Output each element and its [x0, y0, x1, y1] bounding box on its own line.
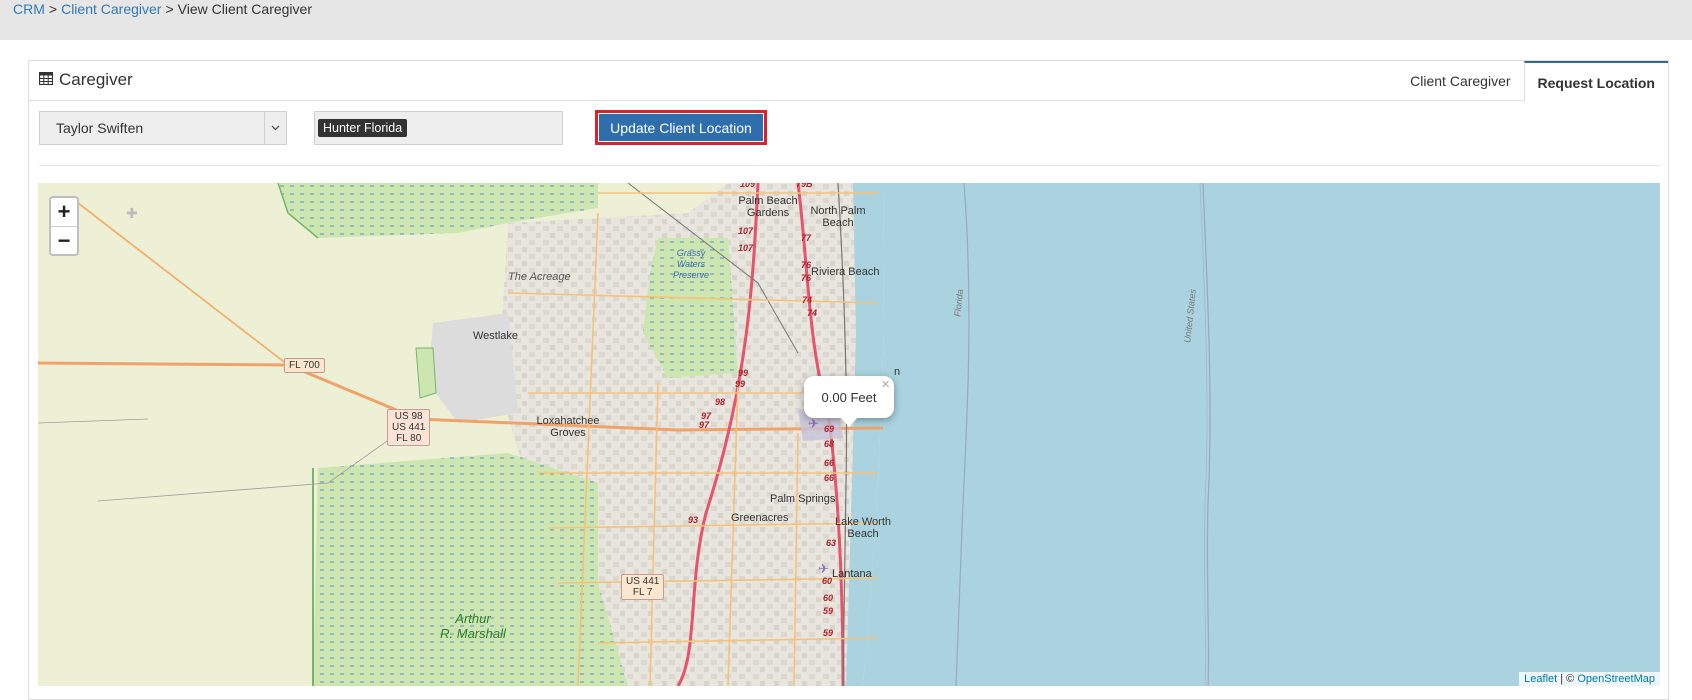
route-number: 109 — [740, 183, 756, 189]
route-number: 66 — [824, 473, 835, 483]
popup-tip — [840, 417, 858, 427]
breadcrumb-separator: > — [48, 1, 58, 17]
zoom-in-button[interactable]: + — [51, 198, 77, 226]
map-label: Westlake — [473, 330, 519, 342]
location-tag-input[interactable]: Hunter Florida — [314, 111, 563, 145]
map-label: Riviera Beach — [811, 266, 880, 278]
route-number: 69 — [824, 424, 835, 434]
route-number: 68 — [824, 439, 835, 449]
caregiver-select[interactable]: Taylor Swiften — [39, 111, 287, 145]
route-number: 107 — [738, 226, 754, 236]
map-label: The Acreage — [508, 271, 571, 283]
map-tiles: ✈ ✈ ✚ — [38, 183, 1660, 686]
map-attribution: Leaflet | © OpenStreetMap — [1519, 672, 1660, 686]
route-number: 79B — [796, 183, 813, 189]
route-number: 60 — [823, 593, 834, 603]
table-icon — [38, 70, 54, 90]
map-label: Loxahatchee Groves — [536, 415, 600, 439]
breadcrumb-client-caregiver-link[interactable]: Client Caregiver — [61, 1, 161, 17]
route-number: 76 — [801, 260, 812, 270]
route-number: 98 — [715, 397, 726, 407]
road-shield: US 98 US 441 FL 80 — [387, 409, 431, 446]
route-number: 66 — [824, 458, 835, 468]
popup-text: 0.00 Feet — [821, 389, 877, 405]
svg-text:✈: ✈ — [818, 561, 829, 576]
map-label: Greenacres — [731, 512, 789, 524]
map[interactable]: ✈ ✈ ✚ Palm Beach Gardens North Palm Beach … — [38, 183, 1660, 686]
map-label: Palm Springs — [770, 493, 836, 505]
route-number: 59 — [823, 606, 834, 616]
route-number: 74 — [802, 295, 813, 305]
update-client-location-label: Update Client Location — [599, 114, 763, 141]
breadcrumb: CRM > Client Caregiver > View Client Caregiv… — [13, 1, 312, 17]
divider — [39, 165, 1660, 166]
top-bar: CRM > Client Caregiver > View Client Caregiv… — [0, 0, 1692, 40]
distance-popup: 0.00 Feet × — [804, 376, 894, 427]
map-label: Arthur R. Marshall — [440, 611, 506, 641]
breadcrumb-separator: > — [165, 1, 174, 17]
panel-title-text: Caregiver — [59, 70, 133, 89]
road-shield: US 441 FL 7 — [621, 574, 665, 600]
map-label: North Palm Beach — [810, 205, 866, 229]
svg-text:✚: ✚ — [126, 205, 138, 221]
tab-bar: Client Caregiver Request Location — [1397, 61, 1668, 102]
route-number: 77 — [801, 233, 812, 243]
tab-client-caregiver[interactable]: Client Caregiver — [1397, 61, 1523, 101]
route-number: 74 — [807, 308, 818, 318]
route-number: 60 — [822, 576, 833, 586]
route-number: 107 — [738, 243, 754, 253]
caregiver-select-value: Taylor Swiften — [56, 120, 144, 136]
map-label: Lantana — [832, 568, 872, 580]
route-number: 63 — [826, 538, 837, 548]
breadcrumb-current: View Client Caregiver — [177, 1, 312, 17]
road-shield: FL 700 — [284, 358, 325, 373]
zoom-control: + − — [49, 196, 79, 256]
route-number: 59 — [823, 628, 834, 638]
zoom-out-button[interactable]: − — [51, 226, 77, 254]
route-number: 99 — [738, 368, 749, 378]
location-tag: Hunter Florida — [318, 119, 408, 137]
map-label: Grassy Waters Preserve — [672, 248, 709, 280]
leaflet-link[interactable]: Leaflet — [1524, 673, 1557, 685]
map-label: Palm Beach Gardens — [738, 195, 798, 219]
close-icon[interactable]: × — [881, 376, 890, 393]
tab-request-location[interactable]: Request Location — [1523, 61, 1668, 102]
map-label: n — [894, 366, 901, 378]
attribution-separator: | © — [1557, 673, 1578, 685]
breadcrumb-crm-link[interactable]: CRM — [13, 1, 45, 17]
panel-title: Caregiver — [38, 70, 133, 90]
update-client-location-button[interactable]: Update Client Location — [595, 110, 767, 145]
openstreetmap-link[interactable]: OpenStreetMap — [1577, 673, 1655, 685]
route-number: 76 — [801, 273, 812, 283]
map-label: Lake Worth Beach — [834, 516, 892, 540]
panel-header: Caregiver Client Caregiver Request Locat… — [29, 61, 1668, 102]
svg-text:✈: ✈ — [808, 416, 819, 431]
route-number: 93 — [688, 515, 699, 525]
chevron-down-icon — [264, 112, 286, 144]
route-number: 99 — [735, 379, 746, 389]
route-number: 97 — [699, 420, 710, 430]
